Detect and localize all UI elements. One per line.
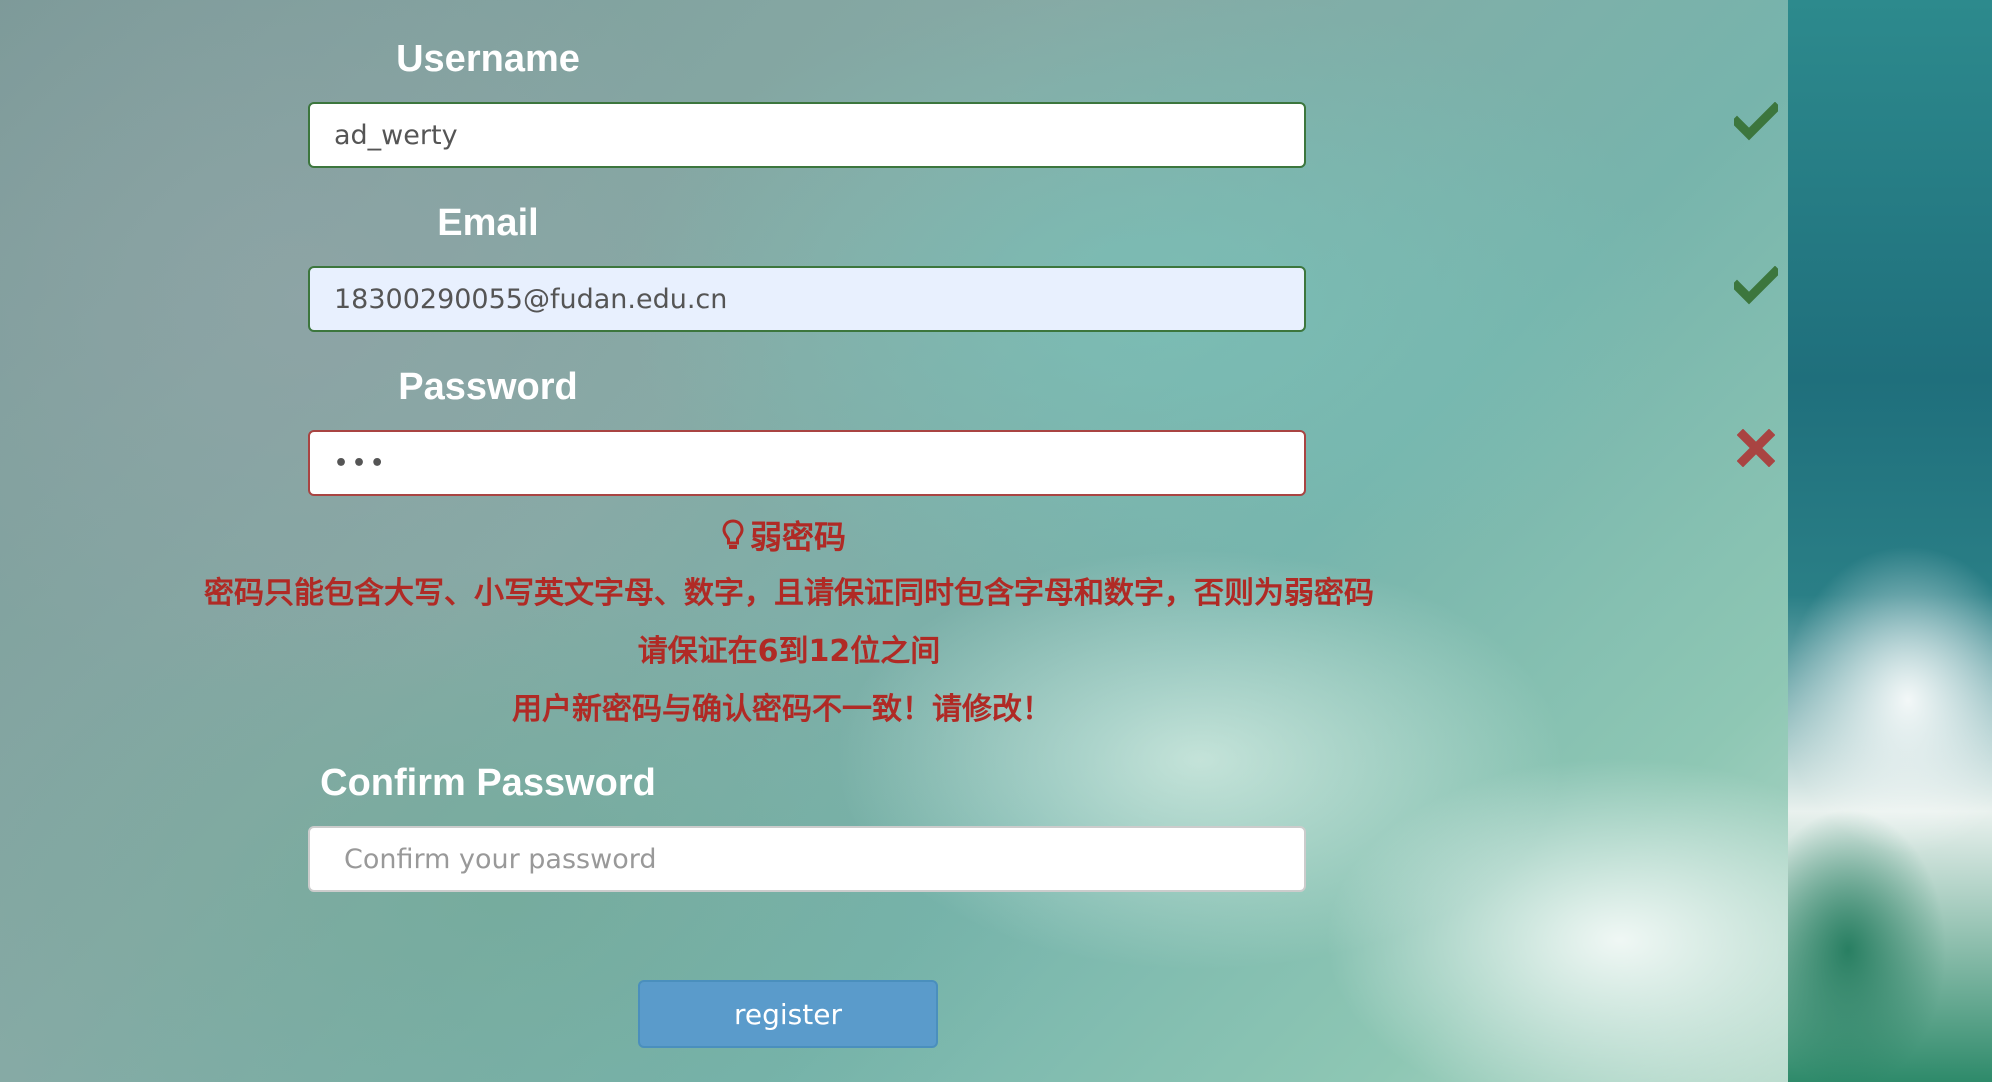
confirm-password-label: Confirm Password — [320, 762, 656, 804]
cross-icon — [1730, 422, 1782, 474]
ocean-background-right — [1788, 0, 1992, 1082]
username-label: Username — [396, 38, 580, 80]
username-input[interactable]: ad_werty — [308, 102, 1306, 168]
check-icon — [1730, 260, 1782, 312]
password-strength-hint: 弱密码 — [722, 512, 846, 558]
username-value: ad_werty — [334, 119, 458, 151]
password-error-rules: 密码只能包含大写、小写英文字母、数字，且请保证同时包含字母和数字，否则为弱密码 — [204, 576, 1374, 611]
lightbulb-icon — [722, 519, 744, 549]
check-icon — [1730, 96, 1782, 148]
password-label: Password — [398, 366, 578, 408]
password-strength-text: 弱密码 — [750, 518, 847, 556]
password-error-mismatch: 用户新密码与确认密码不一致！请修改！ — [512, 692, 1052, 727]
password-masked-value: ••• — [334, 450, 389, 476]
confirm-password-placeholder: Confirm your password — [344, 843, 657, 875]
register-button[interactable]: register — [638, 980, 938, 1048]
password-input[interactable]: ••• — [308, 430, 1306, 496]
email-label: Email — [437, 202, 539, 244]
password-error-length: 请保证在6到12位之间 — [637, 634, 941, 669]
email-input[interactable]: 18300290055@fudan.edu.cn — [308, 266, 1306, 332]
email-value: 18300290055@fudan.edu.cn — [334, 283, 728, 315]
confirm-password-input[interactable]: Confirm your password — [308, 826, 1306, 892]
